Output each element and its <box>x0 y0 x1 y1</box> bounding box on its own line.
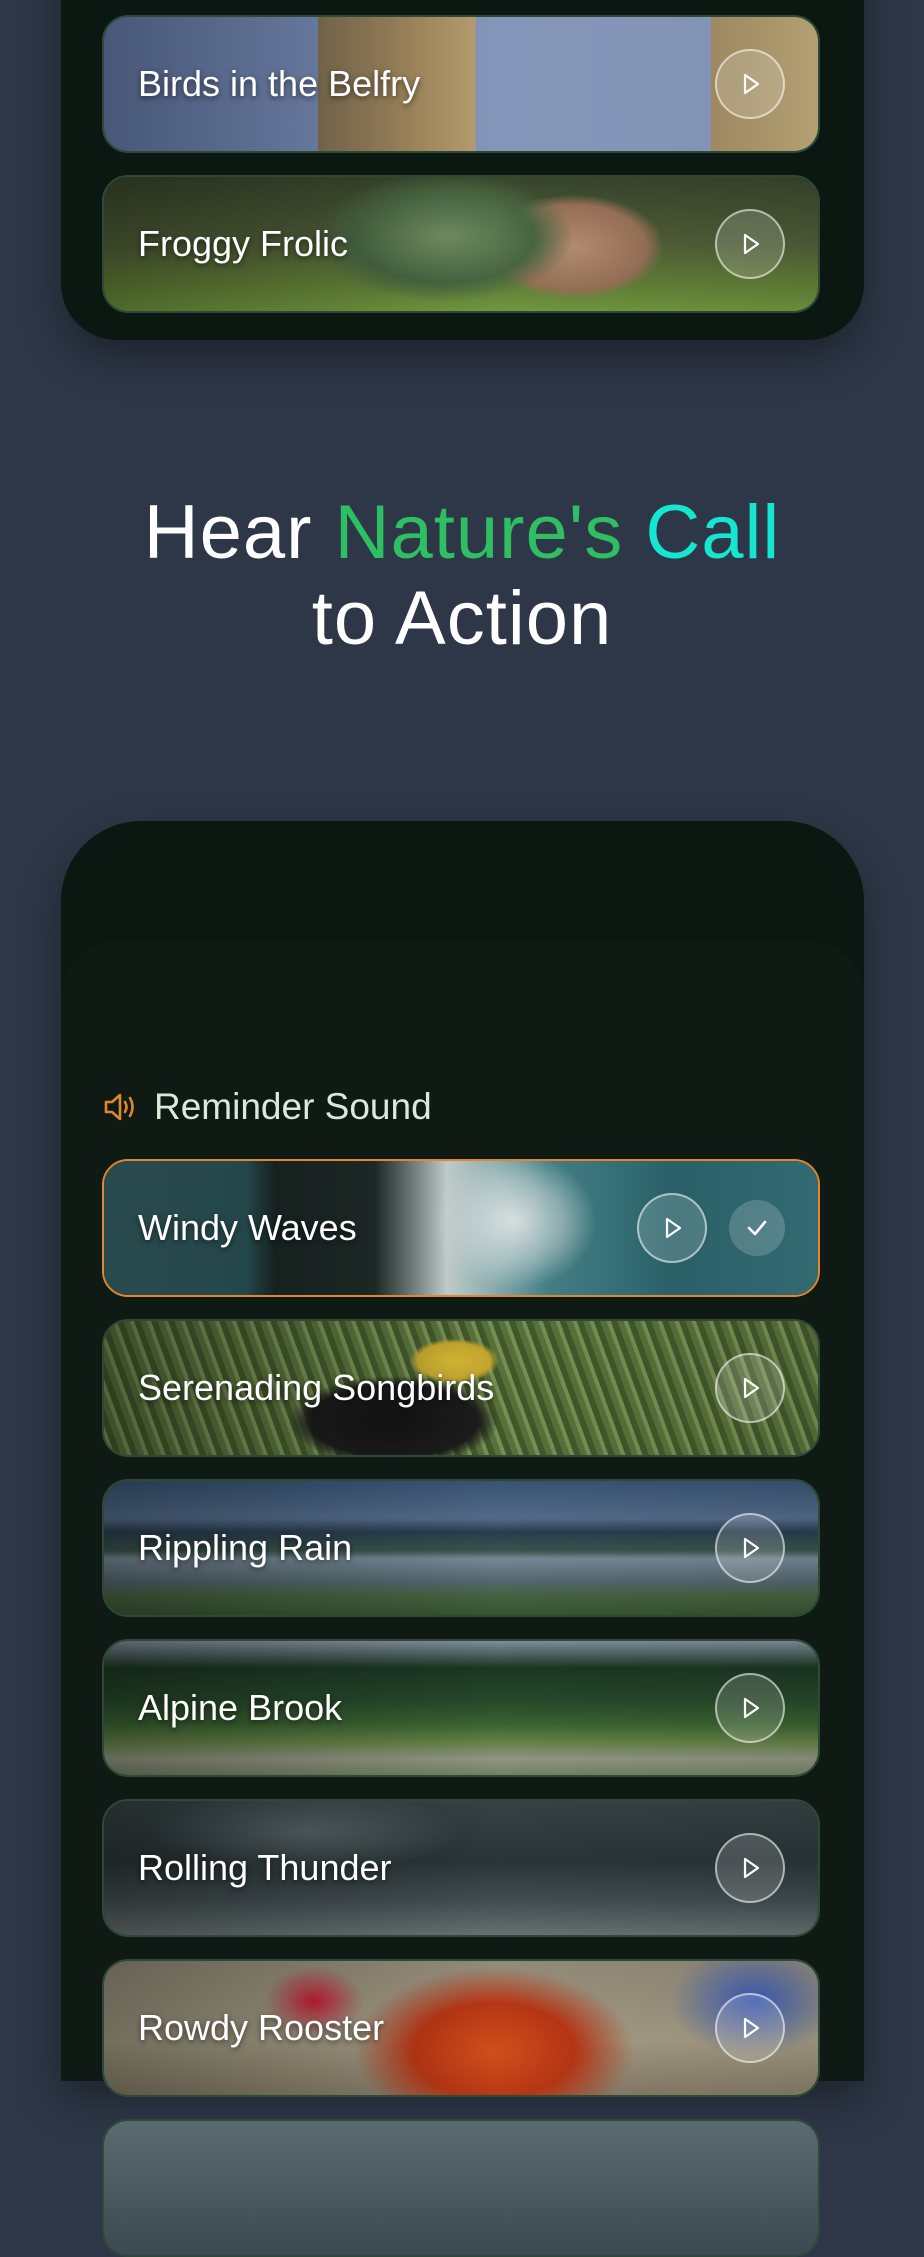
sound-card-birds-in-the-belfry[interactable]: Birds in the Belfry <box>102 15 820 153</box>
sound-card-label: Rolling Thunder <box>138 1847 392 1888</box>
sound-card-serenading-songbirds[interactable]: Serenading Songbirds <box>102 1319 820 1457</box>
phone-mockup-top: Birds in the Belfry Froggy Frolic <box>61 0 864 340</box>
sound-card-rolling-thunder[interactable]: Rolling Thunder <box>102 1799 820 1937</box>
sound-card-label: Windy Waves <box>138 1207 357 1248</box>
headline-word-call: Call <box>645 490 781 575</box>
sound-card-froggy-frolic[interactable]: Froggy Frolic <box>102 175 820 313</box>
play-icon <box>743 1537 760 1559</box>
play-icon <box>743 233 760 255</box>
sound-card-windy-waves[interactable]: Windy Waves <box>102 1159 820 1297</box>
sound-card-label: Rowdy Rooster <box>138 2007 385 2048</box>
play-icon <box>743 2017 760 2039</box>
reminder-sound-sheet: Reminder Sound Windy Waves Serenading So… <box>61 941 864 2257</box>
phone-mockup-bottom: Reminder Sound Windy Waves Serenading So… <box>61 821 864 2257</box>
play-icon <box>665 1217 682 1239</box>
play-button[interactable] <box>715 209 785 279</box>
sound-card-rowdy-rooster[interactable]: Rowdy Rooster <box>102 1959 820 2097</box>
sound-card-alpine-brook[interactable]: Alpine Brook <box>102 1639 820 1777</box>
headline-word-hear: Hear <box>143 490 313 575</box>
marketing-headline: Hear Nature's Call to Action <box>0 490 924 662</box>
headline-word-natures: Nature's <box>334 490 624 575</box>
play-icon <box>743 1857 760 1879</box>
sound-card-partial[interactable] <box>102 2119 820 2257</box>
play-button[interactable] <box>715 1673 785 1743</box>
sound-card-label: Froggy Frolic <box>138 223 349 264</box>
sound-card-label: Serenading Songbirds <box>138 1367 495 1408</box>
play-icon <box>743 1697 760 1719</box>
play-button[interactable] <box>715 1833 785 1903</box>
sound-card-rippling-rain[interactable]: Rippling Rain <box>102 1479 820 1617</box>
play-button[interactable] <box>715 1513 785 1583</box>
headline-line-2: to Action <box>311 576 613 661</box>
play-icon <box>743 73 760 95</box>
sound-card-label: Rippling Rain <box>138 1527 353 1568</box>
reminder-sound-title: Reminder Sound <box>154 1086 432 1127</box>
play-button[interactable] <box>715 1993 785 2063</box>
play-button[interactable] <box>715 49 785 119</box>
sound-card-label: Birds in the Belfry <box>138 63 421 104</box>
sound-card-image <box>104 2121 818 2255</box>
speaker-icon <box>104 1093 134 1121</box>
play-button[interactable] <box>715 1353 785 1423</box>
play-icon <box>743 1377 760 1399</box>
play-button[interactable] <box>637 1193 707 1263</box>
reminder-sound-header: Reminder Sound <box>102 1082 432 1132</box>
sound-card-label: Alpine Brook <box>138 1687 343 1728</box>
check-icon <box>747 1220 767 1236</box>
selected-check <box>729 1200 785 1256</box>
